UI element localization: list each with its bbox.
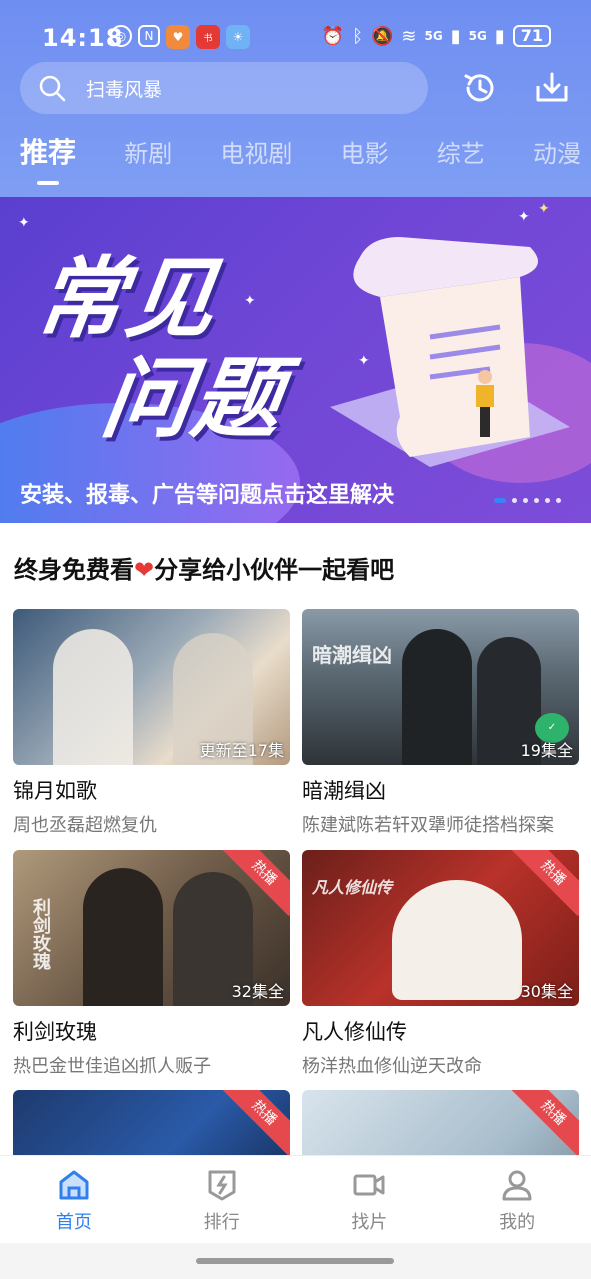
heart-icon: ❤ (134, 556, 155, 584)
signal-label: 5G (468, 29, 487, 43)
signal-icon: ▮ (450, 25, 461, 47)
wifi-icon: ≋ (401, 25, 417, 47)
ranking-icon (208, 1170, 236, 1201)
video-title: 暗潮缉凶 (302, 779, 386, 803)
nav-label: 找片 (351, 1212, 388, 1233)
sync-icon: ◎ (110, 25, 132, 47)
nav-home[interactable]: 首页 (0, 1156, 148, 1243)
banner-title-line2: 问题 (95, 347, 291, 450)
share-text: 分享给小伙伴一起看吧 (154, 556, 395, 584)
signal-label: 5G (424, 29, 443, 43)
thumbnail-title-text: 暗潮缉凶 (312, 643, 392, 667)
redbook-icon: 书 (196, 25, 220, 49)
episode-badge: 30集全 (520, 982, 573, 1001)
notification-icons: ◎ N ♥ 书 ☀ (110, 25, 250, 49)
search-icon (39, 75, 66, 102)
faq-banner[interactable]: ✦ ✦ ✦ ✦ ✦ 常见 问题 安装、报毒、广告等问题点击这里解决 (0, 197, 591, 523)
share-prompt[interactable]: 终身免费看❤分享给小伙伴一起看吧 (14, 550, 394, 585)
carousel-dot (534, 498, 539, 503)
video-icon (353, 1174, 385, 1196)
search-bar[interactable]: 扫毒风暴 (20, 62, 428, 114)
video-thumbnail[interactable]: 凡人修仙传 热播 30集全 (302, 850, 579, 1006)
tab-new[interactable]: 新剧 (124, 134, 172, 169)
video-title: 利剑玫瑰 (13, 1020, 97, 1044)
mute-icon: 🔕 (371, 25, 394, 47)
video-card[interactable]: 凡人修仙传 热播 30集全 凡人修仙传 杨洋热血修仙逆天改命 (302, 850, 579, 1078)
share-text: 终身免费看 (14, 556, 134, 584)
nav-profile[interactable]: 我的 (443, 1156, 591, 1243)
episode-badge: 更新至17集 (199, 741, 284, 760)
video-description: 陈建斌陈若轩双犟师徒搭档探案 (302, 815, 554, 836)
download-icon[interactable] (532, 68, 572, 108)
video-description: 热巴金世佳追凶抓人贩子 (13, 1056, 211, 1077)
system-icons: ⏰ ᛒ 🔕 ≋ 5G ▮ 5G ▮ 71 (322, 25, 551, 47)
carousel-dot (556, 498, 561, 503)
carousel-indicator (494, 498, 561, 503)
banner-title: 常见 问题 (16, 247, 304, 450)
hot-badge: 热播 (509, 1090, 579, 1157)
sparkle-icon: ✦ (18, 215, 30, 231)
home-indicator[interactable] (196, 1258, 394, 1264)
video-thumbnail[interactable]: 利剑玫瑰 热播 32集全 (13, 850, 290, 1006)
status-bar: 14:18 ◎ N ♥ 书 ☀ ⏰ ᛒ 🔕 ≋ 5G ▮ 5G ▮ 71 (0, 22, 591, 54)
tab-anime[interactable]: 动漫 (533, 134, 581, 169)
app-notify-icon: ♥ (166, 25, 190, 49)
nav-label: 我的 (499, 1212, 536, 1233)
hot-badge: 热播 (509, 850, 579, 917)
tab-tv[interactable]: 电视剧 (220, 134, 292, 169)
nav-ranking[interactable]: 排行 (148, 1156, 296, 1243)
user-icon (502, 1170, 532, 1201)
video-title: 锦月如歌 (13, 779, 97, 803)
episode-badge: 32集全 (231, 982, 284, 1001)
nav-discover[interactable]: 找片 (296, 1156, 444, 1243)
episode-badge: 19集全 (520, 741, 573, 760)
category-tabs: 推荐 新剧 电视剧 电影 综艺 动漫 (20, 134, 581, 184)
sparkle-icon: ✦ (538, 201, 550, 217)
carousel-dot (523, 498, 528, 503)
tab-variety[interactable]: 综艺 (437, 134, 485, 169)
signal-icon: ▮ (494, 25, 505, 47)
battery-indicator: 71 (512, 25, 551, 47)
carousel-dot (512, 498, 517, 503)
home-icon (59, 1170, 89, 1200)
video-card[interactable]: 暗潮缉凶 ✓ 19集全 暗潮缉凶 陈建斌陈若轩双犟师徒搭档探案 (302, 609, 579, 837)
search-placeholder: 扫毒风暴 (86, 78, 163, 101)
thumbnail-title-text: 凡人修仙传 (312, 878, 393, 897)
carousel-dot-active (494, 498, 506, 503)
header: 14:18 ◎ N ♥ 书 ☀ ⏰ ᛒ 🔕 ≋ 5G ▮ 5G ▮ 71 扫毒风… (0, 0, 591, 197)
nfc-icon: N (138, 25, 160, 47)
video-title: 凡人修仙传 (302, 1020, 407, 1044)
tab-movie[interactable]: 电影 (341, 134, 389, 169)
thumbnail-title-text: 利剑玫瑰 (30, 898, 51, 970)
hot-badge: 热播 (220, 1090, 290, 1157)
video-description: 周也丞磊超燃复仇 (13, 815, 157, 836)
nav-label: 排行 (203, 1212, 240, 1233)
banner-title-line1: 常见 (29, 247, 225, 350)
history-icon[interactable] (460, 68, 500, 108)
nav-label: 首页 (55, 1212, 92, 1233)
scroll-illustration (330, 237, 570, 467)
banner-caption: 安装、报毒、广告等问题点击这里解决 (20, 483, 395, 508)
video-card[interactable]: 更新至17集 锦月如歌 周也丞磊超燃复仇 (13, 609, 290, 837)
video-description: 杨洋热血修仙逆天改命 (302, 1056, 482, 1077)
weather-icon: ☀ (226, 25, 250, 49)
bottom-navigation: 首页 排行 找片 我的 (0, 1155, 591, 1243)
carousel-dot (545, 498, 550, 503)
video-thumbnail[interactable]: 暗潮缉凶 ✓ 19集全 (302, 609, 579, 765)
video-card[interactable]: 利剑玫瑰 热播 32集全 利剑玫瑰 热巴金世佳追凶抓人贩子 (13, 850, 290, 1078)
alarm-icon: ⏰ (321, 25, 345, 47)
tab-recommend[interactable]: 推荐 (20, 131, 76, 171)
video-thumbnail[interactable]: 更新至17集 (13, 609, 290, 765)
app-screen: 14:18 ◎ N ♥ 书 ☀ ⏰ ᛒ 🔕 ≋ 5G ▮ 5G ▮ 71 扫毒风… (0, 0, 591, 1279)
bluetooth-icon: ᛒ (352, 25, 363, 47)
